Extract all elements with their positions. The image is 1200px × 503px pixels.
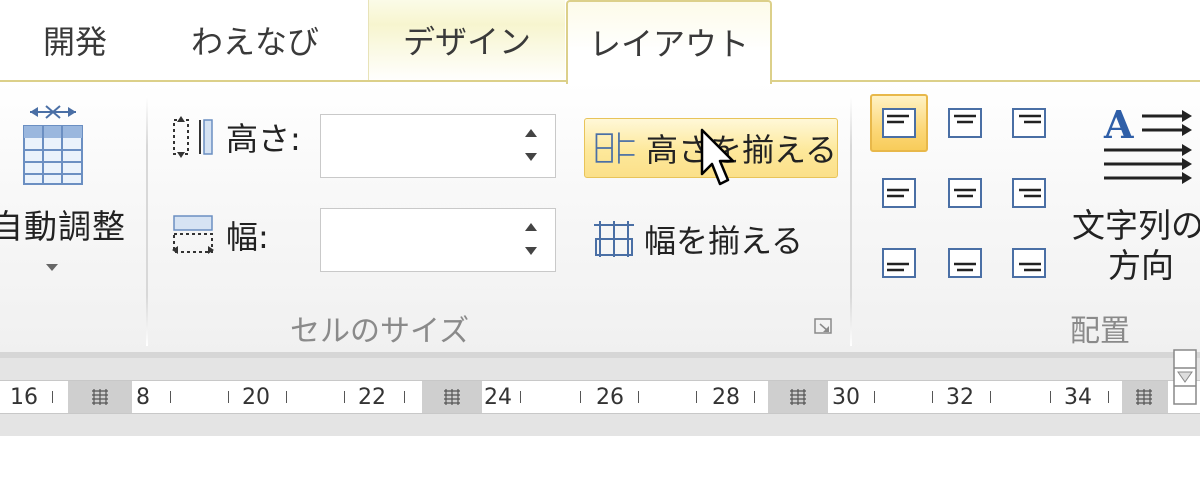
right-indent-marker-icon[interactable] — [1168, 348, 1200, 406]
ruler-number: 34 — [1064, 385, 1092, 410]
ruler-number: 26 — [596, 385, 624, 410]
ruler-number: 8 — [136, 385, 150, 410]
ruler-number: 22 — [358, 385, 386, 410]
ruler-number: 28 — [712, 385, 740, 410]
group-separator — [146, 96, 148, 346]
ruler-tick — [228, 391, 229, 403]
align-top-center-button[interactable] — [936, 94, 994, 152]
tab-label: デザイン — [402, 23, 531, 61]
ruler-tick — [696, 391, 697, 403]
distribute-columns-button[interactable]: 幅を揃える — [592, 214, 803, 264]
autofit-label: 自動調整 — [0, 207, 126, 246]
ruler-tick — [638, 391, 639, 403]
ruler-tick — [520, 391, 521, 403]
spin-up-icon[interactable] — [525, 129, 537, 137]
text-direction-label: 文字列の 方向 — [1072, 206, 1200, 286]
align-middle-right-button[interactable] — [1000, 164, 1058, 222]
column-width-spinbox[interactable] — [320, 208, 556, 272]
spin-up-icon[interactable] — [525, 223, 537, 231]
ruler-tick — [580, 391, 581, 403]
ruler-tick — [1050, 391, 1051, 403]
tab-label: わえなび — [190, 23, 319, 61]
ruler-number: 20 — [242, 385, 270, 410]
align-bottom-center-button[interactable] — [936, 234, 994, 292]
ruler-number: 16 — [10, 385, 38, 410]
ruler-tick — [1108, 391, 1109, 403]
group-separator — [850, 96, 852, 346]
grip-icon — [790, 389, 806, 405]
mouse-pointer-icon — [700, 128, 734, 186]
tab-waenavi[interactable]: わえなび — [170, 0, 340, 82]
align-middle-center-icon — [948, 178, 982, 208]
ruler-tick — [170, 391, 171, 403]
ruler-number: 24 — [484, 385, 512, 410]
grip-icon — [92, 389, 108, 405]
text-direction-label-line1: 文字列の — [1072, 206, 1200, 245]
align-middle-right-icon — [1012, 178, 1046, 208]
spin-down-icon[interactable] — [525, 247, 537, 255]
grip-icon — [444, 389, 460, 405]
ruler-tick — [344, 391, 345, 403]
column-width-control: 幅: — [170, 212, 269, 258]
align-bottom-center-icon — [948, 248, 982, 278]
align-bottom-right-icon — [1012, 248, 1046, 278]
ruler-tick — [52, 391, 53, 403]
align-bottom-left-button[interactable] — [870, 234, 928, 292]
document-page[interactable] — [0, 436, 1200, 503]
align-middle-left-icon — [882, 178, 916, 208]
row-height-control: 高さ: — [170, 114, 301, 160]
distribute-rows-icon — [595, 132, 635, 164]
ruler-tick — [990, 391, 991, 403]
text-direction-button[interactable]: A 文字列の 方向 — [1072, 102, 1200, 302]
align-bottom-left-icon — [882, 248, 916, 278]
alignment-group-label: 配置 — [1070, 314, 1130, 349]
svg-text:A: A — [1103, 102, 1134, 147]
autofit-button[interactable]: 自動調整 — [0, 96, 140, 296]
tab-label: レイアウト — [588, 25, 749, 63]
align-top-left-icon — [882, 108, 916, 138]
ruler-number: 32 — [946, 385, 974, 410]
ruler-tick — [286, 391, 287, 403]
row-height-icon — [173, 116, 213, 158]
column-width-icon — [172, 215, 214, 254]
width-label: 幅: — [226, 218, 269, 256]
table-autofit-icon — [23, 105, 83, 185]
text-direction-label-line2: 方向 — [1108, 246, 1174, 285]
horizontal-ruler-area: 16 8 20 22 24 26 28 30 32 34 — [0, 349, 1200, 436]
ruler-tick — [874, 391, 875, 403]
align-top-right-button[interactable] — [1000, 94, 1058, 152]
dialog-launcher-icon[interactable] — [814, 318, 832, 334]
align-top-right-icon — [1012, 108, 1046, 138]
tab-layout[interactable]: レイアウト — [566, 0, 772, 84]
tab-label: 開発 — [42, 23, 107, 61]
text-direction-icon: A — [1103, 102, 1192, 184]
align-top-left-button[interactable] — [870, 94, 928, 152]
align-middle-left-button[interactable] — [870, 164, 928, 222]
ruler-tick — [754, 391, 755, 403]
dropdown-arrow-icon — [46, 264, 58, 271]
distribute-columns-icon — [594, 221, 634, 257]
distribute-columns-label: 幅を揃える — [644, 222, 804, 260]
ruler-number: 30 — [832, 385, 860, 410]
spin-down-icon[interactable] — [525, 153, 537, 161]
ribbon-tab-strip: 開発 わえなび デザイン レイアウト — [0, 0, 1200, 84]
height-label: 高さ: — [226, 120, 301, 158]
horizontal-ruler[interactable]: 16 8 20 22 24 26 28 30 32 34 — [0, 380, 1200, 414]
align-middle-center-button[interactable] — [936, 164, 994, 222]
align-bottom-right-button[interactable] — [1000, 234, 1058, 292]
grip-icon — [1136, 389, 1152, 405]
ruler-tick — [404, 391, 405, 403]
tab-developer[interactable]: 開発 — [0, 0, 150, 82]
align-top-center-icon — [948, 108, 982, 138]
row-height-spinbox[interactable] — [320, 114, 556, 178]
cell-size-group-label: セルのサイズ — [290, 314, 470, 349]
distribute-rows-label: 高さを揃える — [645, 131, 837, 169]
ruler-tick — [932, 391, 933, 403]
tab-design[interactable]: デザイン — [368, 0, 565, 82]
